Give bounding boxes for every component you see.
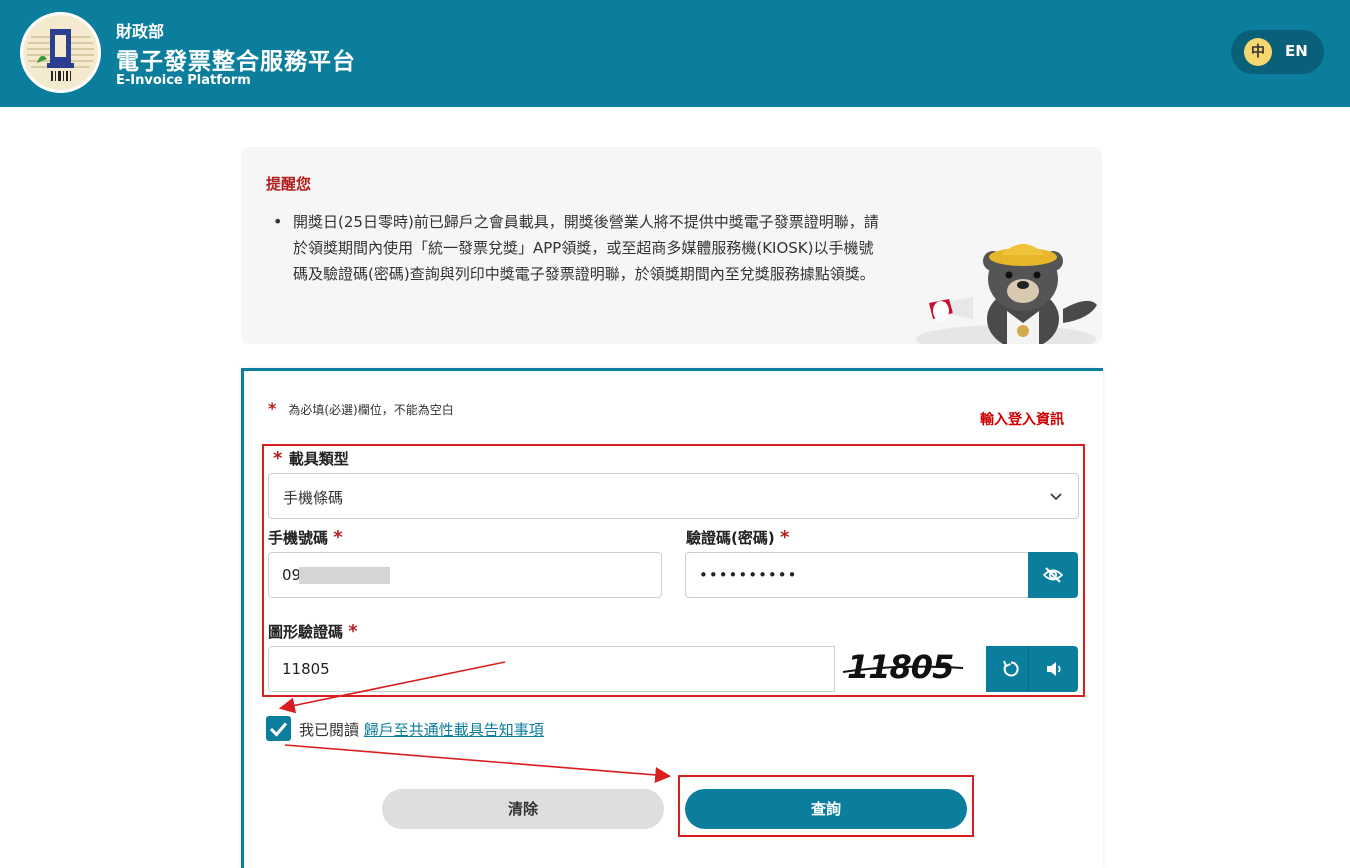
agree-label: 我已閱讀 歸戶至共通性載具告知事項: [299, 721, 544, 739]
site-header: 財政部 電子發票整合服務平台 E-Invoice Platform 中 EN: [0, 0, 1350, 107]
eye-off-icon: [1043, 567, 1063, 583]
language-switch[interactable]: 中 EN: [1231, 30, 1324, 74]
lang-zh-button[interactable]: 中: [1244, 38, 1272, 66]
captcha-image: 11805: [834, 646, 986, 692]
carrier-type-select[interactable]: 手機條碼: [268, 473, 1079, 519]
login-form-card: * 為必填(必選)欄位，不能為空白 輸入登入資訊 * 載具類型 手機條碼 手機號碼…: [241, 368, 1103, 868]
platform-title[interactable]: 電子發票整合服務平台: [116, 42, 356, 76]
carrier-type-label: * 載具類型: [273, 448, 349, 469]
reminder-text: 開獎日(25日零時)前已歸戶之會員載具，開獎後營業人將不提供中獎電子發票證明聯，…: [271, 209, 881, 287]
required-note: * 為必填(必選)欄位，不能為空白: [268, 399, 454, 418]
reminder-panel: 提醒您 開獎日(25日零時)前已歸戶之會員載具，開獎後營業人將不提供中獎電子發票…: [241, 147, 1102, 344]
captcha-label: 圖形驗證碼 *: [268, 621, 358, 642]
query-button[interactable]: 查詢: [685, 789, 967, 829]
ministry-name: 財政部: [116, 22, 165, 41]
clear-button[interactable]: 清除: [382, 789, 664, 829]
ministry-logo[interactable]: [20, 12, 101, 93]
redacted-phone-digits: [299, 567, 390, 584]
audio-captcha-button[interactable]: [1028, 646, 1078, 692]
lang-en-button[interactable]: EN: [1285, 42, 1308, 60]
annotation-label: 輸入登入資訊: [980, 412, 1064, 428]
carrier-type-value: 手機條碼: [283, 489, 344, 507]
speaker-icon: [1047, 662, 1061, 676]
password-value: ••••••••••: [699, 566, 798, 584]
phone-input[interactable]: 09: [268, 552, 662, 598]
checkmark-icon: [269, 722, 288, 737]
agree-checkbox[interactable]: [266, 716, 291, 741]
captcha-noise-icon: [842, 665, 964, 673]
bear-mascot-icon: [916, 244, 1097, 344]
reminder-title: 提醒您: [266, 175, 312, 193]
captcha-value: 11805: [282, 660, 330, 678]
carrier-notice-link[interactable]: 歸戶至共通性載具告知事項: [364, 721, 544, 739]
phone-label: 手機號碼 *: [268, 527, 343, 548]
platform-title-en: E-Invoice Platform: [116, 73, 251, 88]
chevron-down-icon: [1050, 493, 1062, 501]
password-label: 驗證碼(密碼) *: [686, 527, 790, 548]
toggle-password-button[interactable]: [1028, 552, 1078, 598]
password-input[interactable]: ••••••••••: [685, 552, 1031, 598]
refresh-icon: [1003, 660, 1019, 677]
